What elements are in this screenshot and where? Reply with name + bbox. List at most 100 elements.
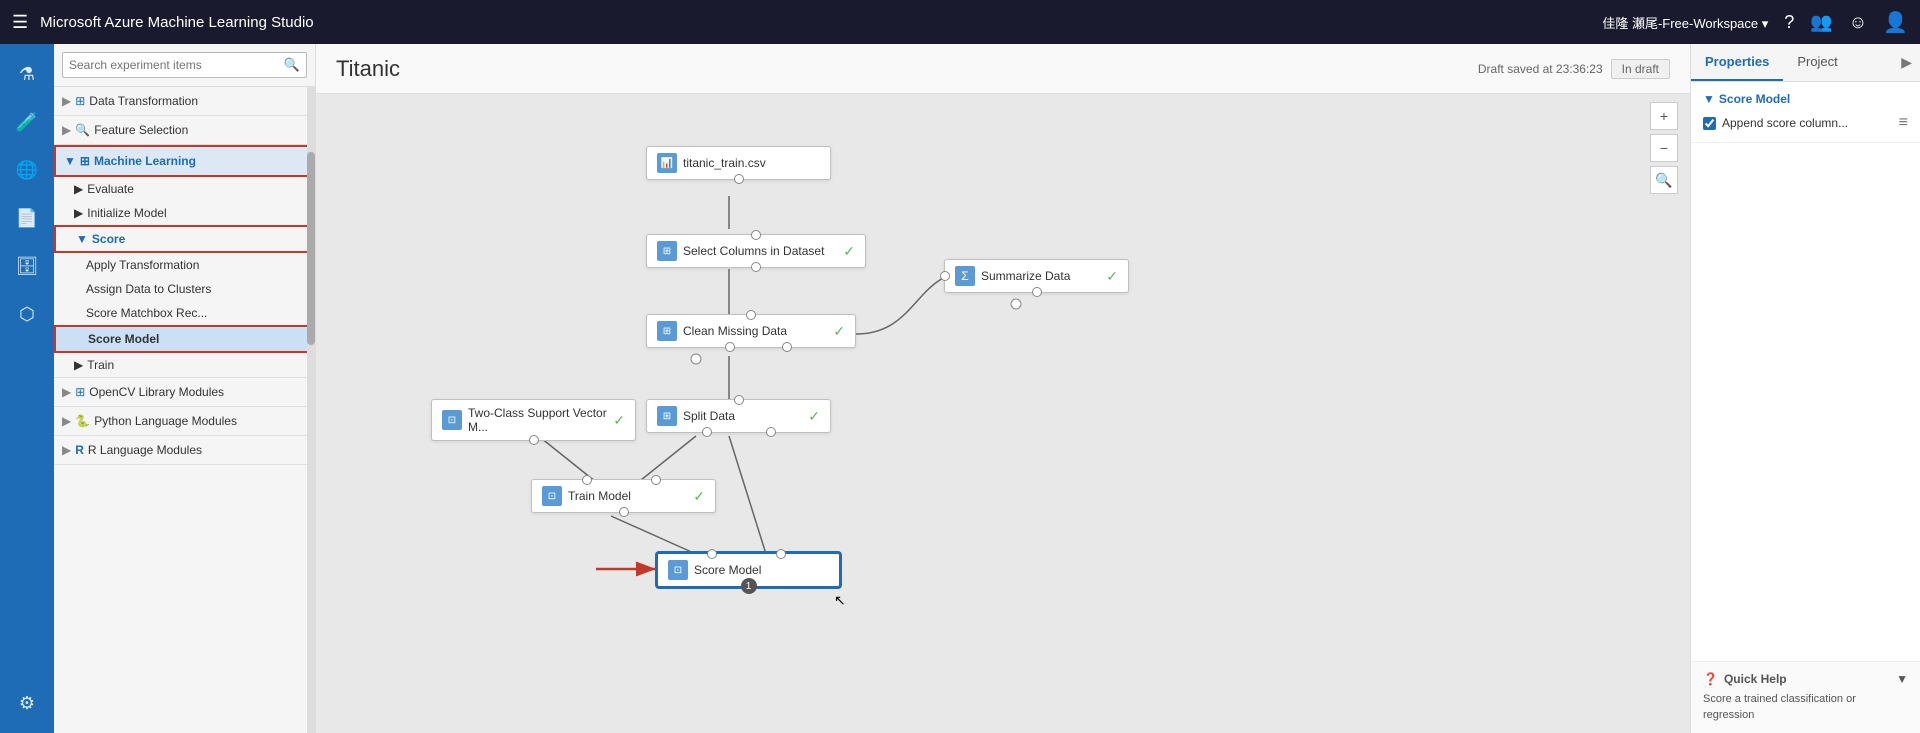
properties-item-append: Append score column... ≡ bbox=[1703, 114, 1908, 132]
append-checkbox[interactable] bbox=[1703, 117, 1716, 130]
category-data-transformation: ▶ ⊞ Data Transformation bbox=[54, 87, 315, 116]
tab-properties[interactable]: Properties bbox=[1691, 44, 1783, 81]
port-svm-out[interactable] bbox=[529, 435, 539, 445]
canvas-status: Draft saved at 23:36:23 In draft bbox=[1478, 59, 1670, 79]
sidebar-beaker[interactable]: 🧪 bbox=[5, 100, 49, 144]
users-icon[interactable]: 👥 bbox=[1810, 12, 1832, 33]
node-clean-missing[interactable]: ⊞ Clean Missing Data ✓ bbox=[646, 314, 856, 348]
smiley-icon[interactable]: ☺ bbox=[1849, 12, 1867, 33]
category-header-feature-selection[interactable]: ▶ 🔍 Feature Selection bbox=[54, 116, 315, 144]
expand-icon: ▶ bbox=[62, 123, 71, 137]
module-list: ▶ ⊞ Data Transformation ▶ 🔍 Feature Sele… bbox=[54, 87, 315, 733]
quick-help-title[interactable]: ❓ Quick Help ▼ bbox=[1703, 672, 1908, 686]
expand-icon: ▶ bbox=[74, 358, 83, 372]
node-split-data[interactable]: ⊞ Split Data ✓ bbox=[646, 399, 831, 433]
category-label: Feature Selection bbox=[94, 123, 188, 137]
port-train-out[interactable] bbox=[619, 507, 629, 517]
subcategory-evaluate[interactable]: ▶ Evaluate bbox=[54, 177, 315, 201]
category-feature-selection: ▶ 🔍 Feature Selection bbox=[54, 116, 315, 145]
help-icon[interactable]: ? bbox=[1784, 12, 1794, 33]
node-label: Score Model bbox=[694, 563, 761, 577]
node-svm[interactable]: ⊡ Two-Class Support Vector M... ✓ bbox=[431, 399, 636, 441]
node-label: Clean Missing Data bbox=[683, 324, 787, 338]
port-split-out1[interactable] bbox=[702, 427, 712, 437]
subcategory-score[interactable]: ▼ Score bbox=[54, 225, 315, 253]
scroll-thumb[interactable] bbox=[307, 152, 315, 346]
port-select-out[interactable] bbox=[751, 262, 761, 272]
subcategory-label: Evaluate bbox=[87, 182, 134, 196]
category-header-opencv[interactable]: ▶ ⊞ OpenCV Library Modules bbox=[54, 378, 315, 406]
port-train-in-right[interactable] bbox=[651, 475, 661, 485]
port-clean-out2[interactable] bbox=[782, 342, 792, 352]
search-input[interactable] bbox=[69, 58, 284, 72]
canvas-title: Titanic bbox=[336, 56, 400, 82]
workspace-label[interactable]: 佳隆 瀬尾-Free-Workspace ▾ bbox=[1602, 13, 1768, 32]
subcategory-label: Score bbox=[92, 232, 125, 246]
port-score-in-left[interactable] bbox=[707, 549, 717, 559]
status-badge: In draft bbox=[1611, 59, 1670, 79]
quick-help-text: Score a trained classification or regres… bbox=[1703, 692, 1908, 723]
item-apply-transformation[interactable]: Apply Transformation bbox=[54, 253, 315, 277]
module-search-area: 🔍 bbox=[54, 44, 315, 87]
category-header-data-transformation[interactable]: ▶ ⊞ Data Transformation bbox=[54, 87, 315, 115]
sidebar-gear[interactable]: ⚙ bbox=[5, 681, 49, 725]
port-clean-in[interactable] bbox=[746, 310, 756, 320]
quick-help-collapse[interactable]: ▼ bbox=[1896, 672, 1908, 686]
scroll-indicator[interactable] bbox=[307, 87, 315, 733]
subcategory-initialize-model[interactable]: ▶ Initialize Model bbox=[54, 201, 315, 225]
more-options-icon[interactable]: ≡ bbox=[1899, 114, 1908, 132]
hamburger-icon[interactable]: ☰ bbox=[12, 12, 28, 33]
sidebar-database[interactable]: 🗄 bbox=[5, 244, 49, 288]
node-train-model[interactable]: ⊡ Train Model ✓ bbox=[531, 479, 716, 513]
score-badge: 1 bbox=[741, 578, 757, 594]
icon-sidebar: ⚗ 🧪 🌐 📄 🗄 ⬡ ⚙ bbox=[0, 44, 54, 733]
append-label: Append score column... bbox=[1722, 116, 1848, 130]
sidebar-cube[interactable]: ⬡ bbox=[5, 292, 49, 336]
sidebar-globe[interactable]: 🌐 bbox=[5, 148, 49, 192]
category-header-r[interactable]: ▶ R R Language Modules bbox=[54, 436, 315, 464]
cursor-icon: ↖ bbox=[834, 592, 846, 609]
category-label: OpenCV Library Modules bbox=[89, 385, 224, 399]
check-icon: ✓ bbox=[1106, 268, 1118, 285]
port-select-in[interactable] bbox=[751, 230, 761, 240]
sidebar-flask[interactable]: ⚗ bbox=[5, 52, 49, 96]
score-icon: ⊡ bbox=[668, 560, 688, 580]
port-dataset-out[interactable] bbox=[734, 174, 744, 184]
node-label: titanic_train.csv bbox=[683, 156, 766, 170]
port-clean-out[interactable] bbox=[725, 342, 735, 352]
node-label: Split Data bbox=[683, 409, 735, 423]
quick-help-label: Quick Help bbox=[1724, 672, 1787, 686]
avatar[interactable]: 👤 bbox=[1883, 10, 1908, 35]
node-summarize[interactable]: Σ Summarize Data ✓ bbox=[944, 259, 1129, 293]
item-assign-clusters[interactable]: Assign Data to Clusters bbox=[54, 277, 315, 301]
port-split-in[interactable] bbox=[734, 395, 744, 405]
expand-icon: ▶ bbox=[74, 182, 83, 196]
item-score-model[interactable]: Score Model bbox=[54, 325, 315, 353]
sidebar-document[interactable]: 📄 bbox=[5, 196, 49, 240]
item-score-matchbox[interactable]: Score Matchbox Rec... bbox=[54, 301, 315, 325]
draft-saved-label: Draft saved at 23:36:23 bbox=[1478, 62, 1603, 76]
expand-icon: ▶ bbox=[62, 94, 71, 108]
category-header-machine-learning[interactable]: ▼ ⊞ Machine Learning bbox=[54, 145, 315, 177]
expand-icon: ▼ bbox=[76, 232, 88, 246]
category-header-python[interactable]: ▶ 🐍 Python Language Modules bbox=[54, 407, 315, 435]
port-summarize-out[interactable] bbox=[1032, 287, 1042, 297]
node-score-model[interactable]: ⊡ Score Model 1 bbox=[656, 552, 841, 588]
tab-project[interactable]: Project bbox=[1783, 44, 1851, 81]
canvas-body[interactable]: + − 🔍 bbox=[316, 94, 1690, 733]
port-split-out2[interactable] bbox=[766, 427, 776, 437]
port-summarize-in[interactable] bbox=[940, 271, 950, 281]
subcategory-train[interactable]: ▶ Train bbox=[54, 353, 315, 377]
properties-section-title: ▼ Score Model bbox=[1703, 92, 1908, 106]
properties-header: Properties Project ▶ bbox=[1691, 44, 1920, 82]
port-score-in-right[interactable] bbox=[776, 549, 786, 559]
node-label: Two-Class Support Vector M... bbox=[468, 406, 607, 434]
node-dataset[interactable]: 📊 titanic_train.csv bbox=[646, 146, 831, 180]
category-label: R Language Modules bbox=[88, 443, 202, 457]
port-train-in-left[interactable] bbox=[582, 475, 592, 485]
check-icon: ✓ bbox=[613, 412, 625, 429]
category-icon: R bbox=[75, 443, 84, 457]
node-select-cols[interactable]: ⊞ Select Columns in Dataset ✓ bbox=[646, 234, 866, 268]
expand-icon: ▶ bbox=[74, 206, 83, 220]
collapse-button[interactable]: ▶ bbox=[1893, 46, 1920, 79]
